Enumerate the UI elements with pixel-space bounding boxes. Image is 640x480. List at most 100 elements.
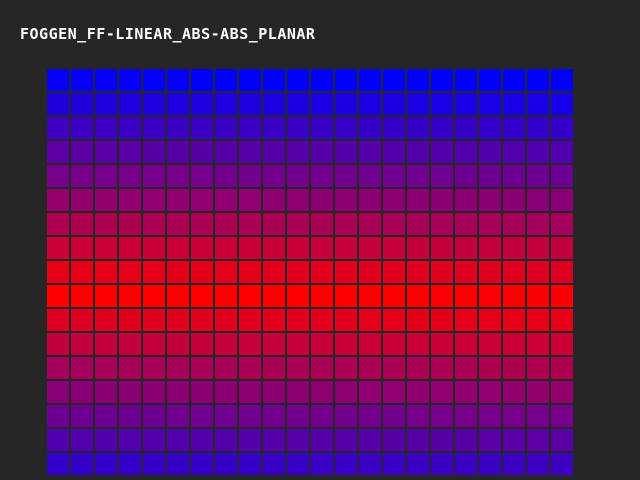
fog-cell (431, 405, 453, 427)
fog-cell (383, 429, 405, 451)
fog-cell (311, 285, 333, 307)
fog-cell (239, 453, 261, 475)
fog-cell (167, 261, 189, 283)
fog-cell (263, 405, 285, 427)
fog-cell (431, 93, 453, 115)
fog-cell (407, 333, 429, 355)
fog-cell (119, 189, 141, 211)
fog-cell (71, 357, 93, 379)
fog-cell (479, 333, 501, 355)
fog-cell (431, 165, 453, 187)
fog-cell (551, 237, 573, 259)
fog-cell (95, 429, 117, 451)
fog-cell (311, 381, 333, 403)
fog-cell (551, 381, 573, 403)
fog-cell (479, 453, 501, 475)
fog-cell (383, 165, 405, 187)
fog-cell (359, 333, 381, 355)
fog-cell (407, 117, 429, 139)
fog-cell (311, 165, 333, 187)
fog-cell (479, 213, 501, 235)
fog-cell (119, 405, 141, 427)
fog-cell (527, 165, 549, 187)
fog-cell (215, 357, 237, 379)
fog-cell (119, 453, 141, 475)
fog-cell (47, 117, 69, 139)
fog-cell (431, 453, 453, 475)
fog-cell (119, 309, 141, 331)
fog-cell (287, 429, 309, 451)
fog-cell (167, 453, 189, 475)
fog-cell (263, 381, 285, 403)
fog-cell (215, 285, 237, 307)
fog-cell (311, 213, 333, 235)
fog-cell (71, 141, 93, 163)
fog-cell (47, 213, 69, 235)
fog-cell (335, 261, 357, 283)
fog-cell (503, 237, 525, 259)
fog-cell (311, 93, 333, 115)
fog-cell (167, 141, 189, 163)
fog-cell (335, 429, 357, 451)
fog-cell (191, 69, 213, 91)
fog-cell (527, 117, 549, 139)
fog-cell (191, 117, 213, 139)
fog-cell (455, 237, 477, 259)
fog-cell (287, 333, 309, 355)
fog-cell (431, 213, 453, 235)
fog-cell (359, 93, 381, 115)
fog-cell (479, 357, 501, 379)
fog-cell (239, 189, 261, 211)
fog-cell (95, 333, 117, 355)
fog-cell (287, 309, 309, 331)
fog-cell (455, 381, 477, 403)
fog-cell (335, 381, 357, 403)
fog-cell (167, 237, 189, 259)
fog-cell (287, 453, 309, 475)
fog-cell (95, 93, 117, 115)
fog-cell (551, 405, 573, 427)
fog-cell (167, 333, 189, 355)
fog-cell (191, 141, 213, 163)
fog-cell (287, 69, 309, 91)
fog-cell (431, 381, 453, 403)
fog-cell (47, 237, 69, 259)
fog-cell (407, 381, 429, 403)
fog-cell (359, 261, 381, 283)
fog-cell (47, 429, 69, 451)
fog-cell (191, 285, 213, 307)
fog-cell (311, 69, 333, 91)
fog-cell (503, 189, 525, 211)
fog-cell (143, 453, 165, 475)
fog-cell (287, 381, 309, 403)
fog-cell (527, 69, 549, 91)
fog-cell (455, 189, 477, 211)
fog-cell (119, 381, 141, 403)
fog-cell (407, 93, 429, 115)
fog-cell (71, 117, 93, 139)
fog-cell (383, 381, 405, 403)
fog-cell (503, 405, 525, 427)
fog-cell (455, 165, 477, 187)
fog-cell (191, 333, 213, 355)
fog-cell (311, 117, 333, 139)
fog-cell (215, 189, 237, 211)
fog-cell (431, 429, 453, 451)
fog-cell (71, 405, 93, 427)
fog-cell (287, 285, 309, 307)
fog-cell (143, 93, 165, 115)
fog-cell (215, 309, 237, 331)
fog-cell (239, 93, 261, 115)
fog-cell (239, 333, 261, 355)
fog-cell (119, 141, 141, 163)
fog-cell (527, 93, 549, 115)
fog-cell (527, 405, 549, 427)
fog-cell (71, 213, 93, 235)
fog-cell (191, 453, 213, 475)
fog-cell (71, 237, 93, 259)
fog-cell (455, 69, 477, 91)
fog-cell (335, 117, 357, 139)
fog-cell (215, 261, 237, 283)
fog-cell (551, 357, 573, 379)
fog-cell (47, 189, 69, 211)
